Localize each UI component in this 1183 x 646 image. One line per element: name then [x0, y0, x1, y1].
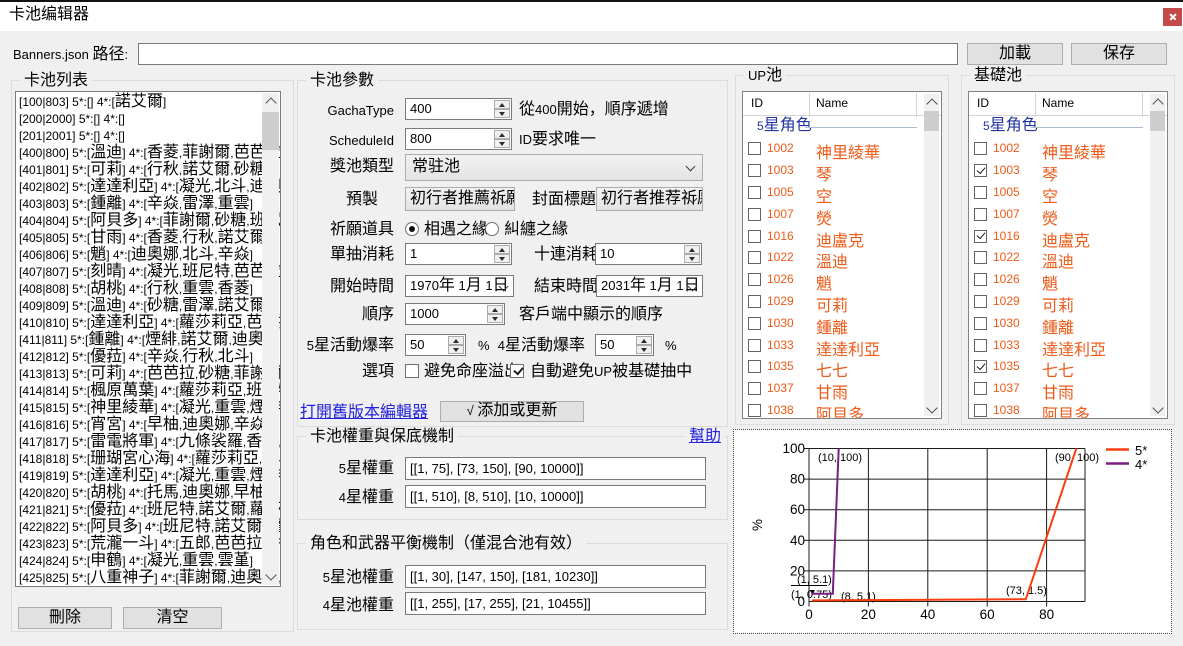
svg-text:20: 20 [861, 607, 876, 622]
svg-text:100: 100 [782, 441, 805, 456]
svg-text:60: 60 [790, 502, 805, 517]
svg-text:(90, 100): (90, 100) [1055, 452, 1099, 464]
svg-text:(1, 5.1): (1, 5.1) [797, 574, 832, 586]
svg-text:(10, 100): (10, 100) [818, 452, 862, 464]
svg-text:40: 40 [790, 533, 805, 548]
svg-text:4*: 4* [1135, 457, 1147, 472]
svg-text:%: % [750, 519, 765, 531]
svg-text:60: 60 [980, 607, 995, 622]
svg-text:80: 80 [1039, 607, 1054, 622]
svg-text:80: 80 [790, 472, 805, 487]
svg-text:0: 0 [805, 607, 813, 622]
svg-text:40: 40 [920, 607, 935, 622]
svg-text:5*: 5* [1135, 443, 1147, 458]
